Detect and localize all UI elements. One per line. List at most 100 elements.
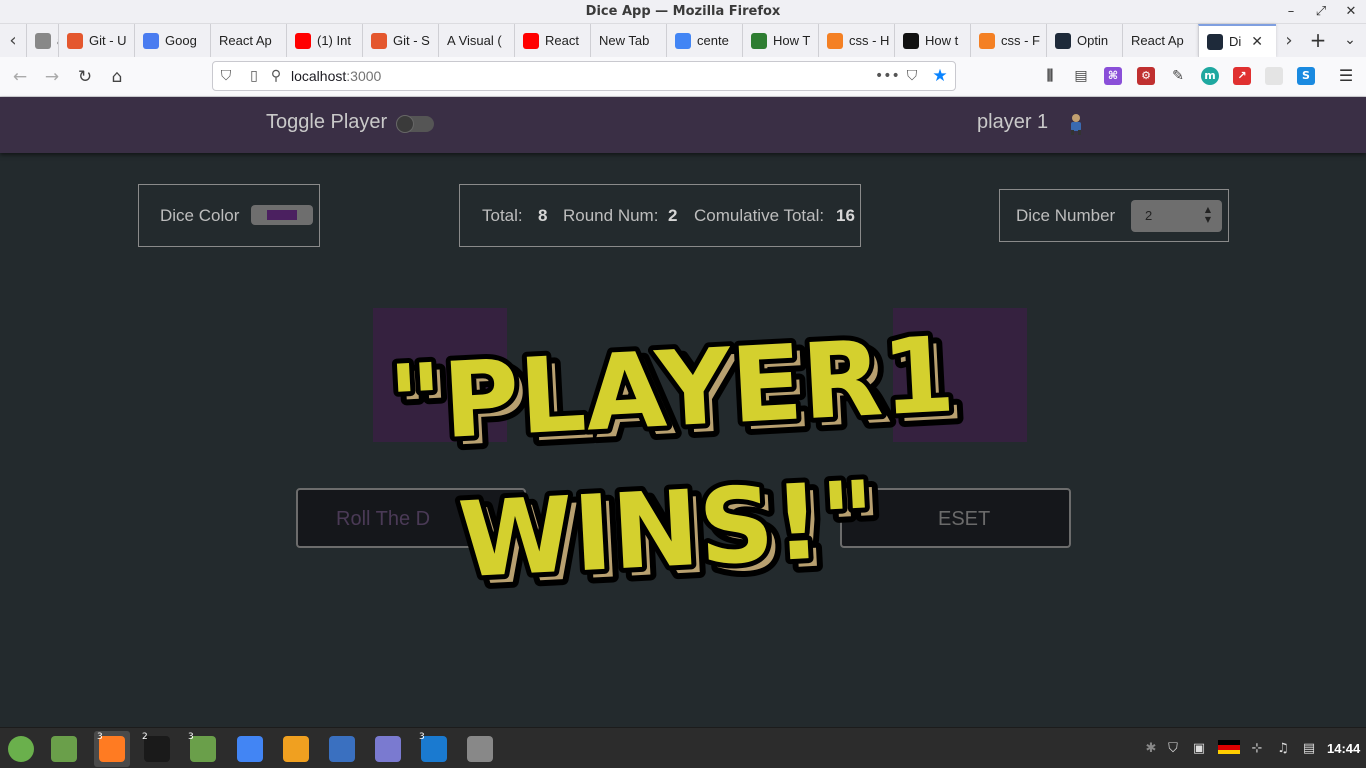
dice-number-input[interactable]: 2 ▲ ▼	[1131, 200, 1222, 232]
list-all-tabs-icon[interactable]: ⌄	[1336, 24, 1364, 57]
extension-icon[interactable]: ↗	[1233, 67, 1251, 85]
react-icon	[1207, 33, 1223, 50]
taskbar-app[interactable]	[3, 731, 39, 767]
tab[interactable]: cente	[666, 24, 742, 57]
eyedropper-icon[interactable]: ✎	[1169, 67, 1187, 85]
clipboard-icon[interactable]: ▤	[1300, 740, 1318, 758]
youtube-icon	[295, 32, 311, 49]
tab[interactable]: Optin	[1046, 24, 1122, 57]
reload-icon[interactable]: ↻	[73, 65, 97, 89]
tab[interactable]: (1) Int	[286, 24, 362, 57]
extension-icon[interactable]: S	[1297, 67, 1315, 85]
tab[interactable]: A Visual (	[438, 24, 514, 57]
tab[interactable]: asc	[26, 24, 58, 57]
tab-label: css - H	[849, 33, 890, 48]
taskbar-app[interactable]	[370, 731, 406, 767]
taskbar-app[interactable]	[462, 731, 498, 767]
taskbar-app[interactable]	[278, 731, 314, 767]
forward-icon[interactable]: →	[40, 65, 64, 89]
scroll-tabs-right-icon[interactable]: ›	[1276, 24, 1302, 57]
new-tab-button[interactable]: +	[1304, 24, 1332, 57]
page-info-icon[interactable]: ▯	[245, 67, 263, 85]
window-title: Dice App — Mozilla Firefox	[585, 4, 781, 19]
window-count-badge: 3	[97, 732, 103, 742]
taskbar-app[interactable]	[324, 731, 360, 767]
library-icon[interactable]: ⫼	[1041, 67, 1059, 85]
chrome-icon	[237, 736, 263, 762]
toggle-player-label: Toggle Player	[266, 111, 388, 133]
toggle-player-switch[interactable]	[396, 115, 434, 133]
tab-active[interactable]: Di ✕	[1198, 24, 1276, 57]
tab[interactable]: React	[514, 24, 590, 57]
pocket-icon[interactable]: ⛉	[903, 67, 921, 85]
taskbar-app[interactable]: 3	[185, 731, 221, 767]
dice-number-value: 2	[1145, 208, 1153, 223]
page-actions-icon[interactable]: •••	[875, 67, 900, 85]
git-icon	[371, 32, 387, 49]
sound-icon[interactable]: ♫	[1274, 740, 1292, 758]
tab-label: How T	[773, 33, 811, 48]
dice-color-picker[interactable]	[251, 205, 313, 225]
stackoverflow-icon	[979, 32, 995, 49]
tab[interactable]: How T	[742, 24, 818, 57]
close-tab-icon[interactable]: ✕	[1251, 34, 1263, 50]
navigation-toolbar: ← → ↻ ⌂ ⛉ ▯ ⚲ localhost:3000 ••• ⛉ ★ ⫼ ▤…	[0, 57, 1366, 97]
clock[interactable]: 14:44	[1327, 741, 1360, 756]
taskbar-app[interactable]	[46, 731, 82, 767]
taskbar-app[interactable]	[232, 731, 268, 767]
tab-label: A Visual (	[447, 33, 502, 48]
tab-label: Optin	[1077, 33, 1109, 48]
tab[interactable]: How t	[894, 24, 970, 57]
screenshot-tray-icon[interactable]: ▣	[1190, 740, 1208, 758]
disk-icon	[467, 736, 493, 762]
screen: Dice App — Mozilla Firefox – ⤢ ✕ ‹ asc Gi…	[0, 0, 1366, 768]
tab-label: (1) Int	[317, 33, 351, 48]
url-text[interactable]: localhost:3000	[291, 68, 381, 84]
tab-label: React	[545, 33, 579, 48]
url-host: localhost	[291, 68, 347, 84]
tab[interactable]: New Tab	[590, 24, 666, 57]
round-label: Round Num:	[563, 206, 659, 225]
mint-menu-icon	[8, 736, 34, 762]
page-icon	[35, 32, 51, 49]
cumulative-label: Comulative Total:	[694, 206, 825, 225]
extension-icon[interactable]: ⌘	[1104, 67, 1122, 85]
tab[interactable]: css - H	[818, 24, 894, 57]
spinner-icon[interactable]: ▲ ▼	[1202, 205, 1214, 227]
maximize-button[interactable]: ⤢	[1310, 2, 1332, 22]
extension-icon[interactable]: m	[1201, 67, 1219, 85]
shield-icon[interactable]: ⛉	[1164, 740, 1182, 758]
home-icon[interactable]: ⌂	[105, 65, 129, 89]
tab[interactable]: Git - U	[58, 24, 134, 57]
sidebar-icon[interactable]: ▤	[1072, 67, 1090, 85]
taskbar-app[interactable]: 2	[139, 731, 175, 767]
back-icon[interactable]: ←	[8, 65, 32, 89]
taskbar-app[interactable]: 3	[94, 731, 130, 767]
tab[interactable]: React Ap	[210, 24, 286, 57]
menu-icon[interactable]: ☰	[1337, 67, 1355, 85]
taskbar-app[interactable]: 3	[416, 731, 452, 767]
tab-label: cente	[697, 33, 729, 48]
network-icon[interactable]: ⊹	[1248, 740, 1266, 758]
bluetooth-icon[interactable]: ✱	[1142, 740, 1160, 758]
tab[interactable]: Git - S	[362, 24, 438, 57]
close-window-button[interactable]: ✕	[1340, 2, 1362, 22]
permissions-icon[interactable]: ⚲	[267, 67, 285, 85]
tab[interactable]: React Ap	[1122, 24, 1198, 57]
tab[interactable]: Goog	[134, 24, 210, 57]
r-icon	[903, 32, 919, 49]
google-icon	[675, 32, 691, 49]
scroll-tabs-left-icon[interactable]: ‹	[0, 24, 26, 57]
text-editor-icon	[375, 736, 401, 762]
minimize-button[interactable]: –	[1280, 2, 1302, 22]
extension-icon[interactable]: ⚙	[1137, 67, 1155, 85]
keyboard-layout-icon[interactable]	[1217, 740, 1241, 758]
extension-icon[interactable]	[1265, 67, 1283, 85]
shield-icon[interactable]: ⛉	[217, 67, 235, 85]
tab-label: Di	[1229, 34, 1242, 49]
tab-label: Goog	[165, 33, 197, 48]
bookmark-star-icon[interactable]: ★	[931, 67, 949, 85]
tab[interactable]: css - F	[970, 24, 1046, 57]
url-bar[interactable]: ⛉ ▯ ⚲ localhost:3000 ••• ⛉ ★	[212, 61, 956, 91]
window-count-badge: 3	[419, 732, 425, 742]
